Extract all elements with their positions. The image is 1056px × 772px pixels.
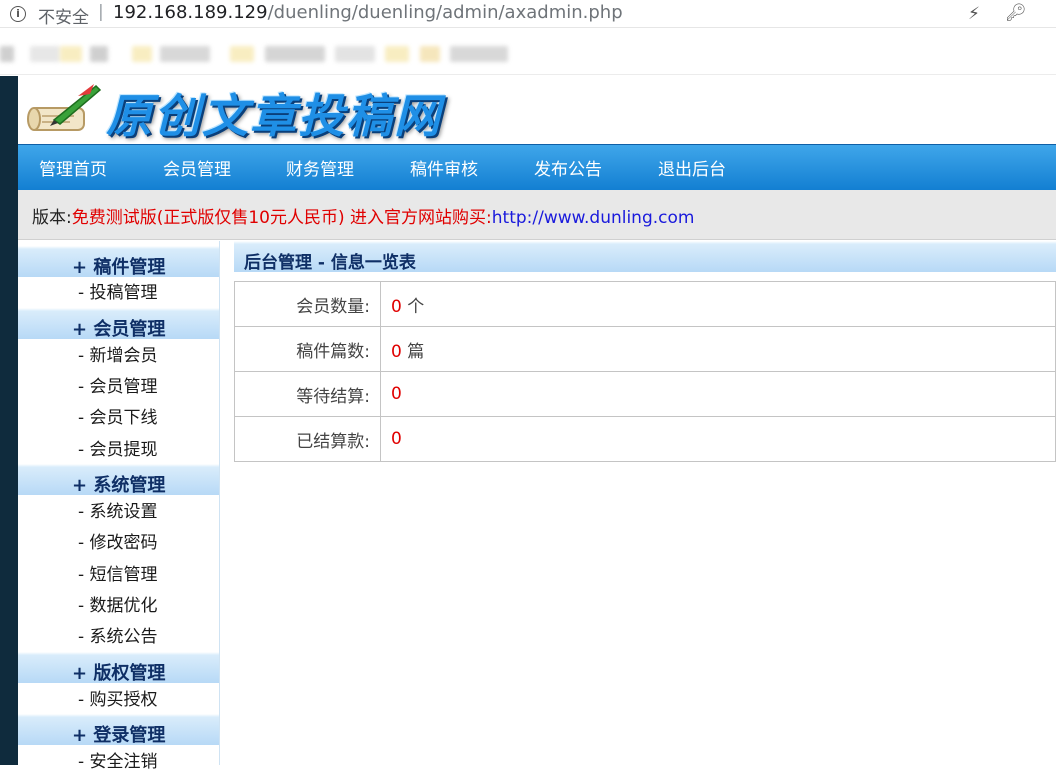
sidebar-group-members[interactable]: + 会员管理 [18, 308, 219, 340]
sidebar-link-submissions[interactable]: - 投稿管理 [78, 278, 158, 303]
blurred-bookmark [160, 46, 210, 62]
sidebar-group-login[interactable]: + 登录管理 [18, 714, 219, 746]
sidebar-link-buy-license[interactable]: - 购买授权 [78, 685, 158, 710]
info-circle-icon[interactable]: i [10, 6, 26, 22]
pending-settlement-value: 0 [391, 384, 402, 404]
blurred-bookmark [132, 46, 152, 62]
sidebar-group-manuscripts[interactable]: + 稿件管理 [18, 246, 219, 278]
row-value-cell: 0 篇 [380, 326, 1056, 372]
sidebar-link-member-management[interactable]: - 会员管理 [78, 372, 158, 397]
row-value-cell: 0 个 [380, 281, 1056, 327]
member-count-value: 0 [391, 296, 402, 317]
blurred-bookmark [90, 46, 108, 62]
url-path: /duenling/duenling/admin/axadmin.php [267, 2, 623, 23]
sidebar-link-add-member[interactable]: - 新增会员 [78, 341, 158, 366]
insecure-label[interactable]: 不安全 [38, 3, 89, 28]
nav-item-logout[interactable]: 退出后台 [658, 155, 726, 180]
nav-item-home[interactable]: 管理首页 [39, 155, 107, 180]
bookmarks-bar [0, 29, 1056, 75]
table-row: 稿件篇数: 0 篇 [234, 326, 1056, 372]
sidebar-link-member-downline[interactable]: - 会员下线 [78, 403, 158, 428]
sidebar-link-member-withdraw[interactable]: - 会员提现 [78, 435, 158, 460]
blurred-bookmark [420, 46, 440, 62]
sidebar-link-data-optimize[interactable]: - 数据优化 [78, 591, 158, 616]
sidebar-group-system[interactable]: + 系统管理 [18, 464, 219, 496]
sidebar-group-license[interactable]: + 版权管理 [18, 652, 219, 684]
site-logo-title: 原创文章投稿网 [106, 89, 442, 143]
blurred-bookmark [30, 46, 60, 62]
row-value-cell: 0 [380, 371, 1056, 417]
manuscript-count-value: 0 [391, 341, 402, 362]
version-prefix: 版本: [32, 208, 72, 228]
version-notice: 版本:免费测试版(正式版仅售10元人民币) 进入官方网站购买:http://ww… [32, 203, 694, 228]
sidebar-link-sms[interactable]: - 短信管理 [78, 560, 158, 585]
url-field[interactable]: 192.168.189.129/duenling/duenling/admin/… [113, 2, 623, 23]
version-notice-bar: 版本:免费测试版(正式版仅售10元人民币) 进入官方网站购买:http://ww… [18, 190, 1056, 240]
blurred-bookmark [265, 46, 325, 62]
lightning-icon[interactable]: ⚡︎ [968, 4, 980, 24]
key-icon[interactable]: 🔑︎ [1005, 3, 1027, 23]
settled-amount-value: 0 [391, 429, 402, 449]
row-value-cell: 0 [380, 416, 1056, 462]
nav-item-announce[interactable]: 发布公告 [534, 155, 602, 180]
version-notice-text: 免费测试版(正式版仅售10元人民币) 进入官方网站购买: [71, 208, 492, 228]
top-nav-bar: 管理首页 会员管理 财务管理 稿件审核 发布公告 退出后台 [18, 144, 1056, 190]
blurred-bookmark [335, 46, 375, 62]
info-summary-table: 会员数量: 0 个 稿件篇数: 0 篇 等待结算: 0 已结算款: 0 [234, 281, 1056, 462]
blurred-bookmark [0, 46, 14, 62]
url-separator: | [98, 2, 104, 22]
blurred-bookmark [230, 46, 254, 62]
nav-item-finance[interactable]: 财务管理 [286, 155, 354, 180]
main-panel-title: 后台管理 - 信息一览表 [234, 241, 1056, 273]
blurred-bookmark [450, 46, 508, 62]
blurred-bookmark [385, 46, 409, 62]
table-row: 等待结算: 0 [234, 371, 1056, 417]
row-label: 稿件篇数: [234, 326, 381, 372]
browser-address-bar: i 不安全 | 192.168.189.129/duenling/duenlin… [0, 0, 1056, 28]
row-unit: 个 [407, 296, 425, 317]
nav-item-members[interactable]: 会员管理 [163, 155, 231, 180]
table-row: 已结算款: 0 [234, 416, 1056, 462]
blurred-bookmark [60, 46, 82, 62]
sidebar-link-change-password[interactable]: - 修改密码 [78, 528, 158, 553]
row-label: 已结算款: [234, 416, 381, 462]
official-site-link[interactable]: http://www.dunling.com [492, 208, 695, 228]
row-label: 会员数量: [234, 281, 381, 327]
sidebar-link-system-notice[interactable]: - 系统公告 [78, 622, 158, 647]
nav-item-review[interactable]: 稿件审核 [410, 155, 478, 180]
url-host: 192.168.189.129 [113, 2, 268, 23]
quill-scroll-icon [27, 84, 102, 131]
table-row: 会员数量: 0 个 [234, 281, 1056, 327]
logo-banner: 原创文章投稿网 [18, 76, 1056, 144]
sidebar-menu: + 稿件管理 - 投稿管理 + 会员管理 - 新增会员 - 会员管理 - 会员下… [18, 241, 220, 772]
sidebar-link-system-settings[interactable]: - 系统设置 [78, 497, 158, 522]
sidebar-link-logout[interactable]: - 安全注销 [78, 747, 158, 772]
row-unit: 篇 [407, 341, 425, 362]
left-edge-stripe [0, 76, 18, 765]
row-label: 等待结算: [234, 371, 381, 417]
